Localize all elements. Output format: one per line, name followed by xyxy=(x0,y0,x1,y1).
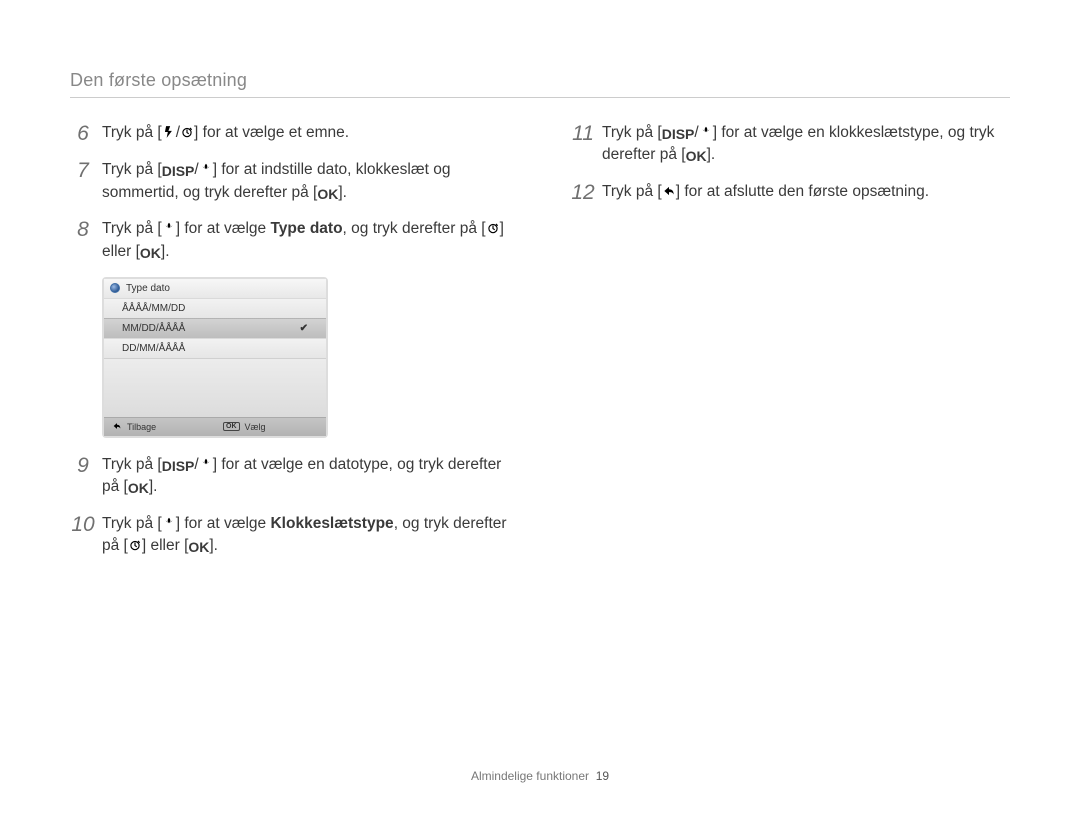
option-row-selected: MM/DD/ÅÅÅÅ ✔ xyxy=(104,318,326,338)
columns: 6 Tryk på [/] for at vælge et emne. 7 Tr… xyxy=(70,122,1010,572)
disp-icon: DISP xyxy=(162,459,195,473)
step-number: 10 xyxy=(70,513,96,536)
step-number: 11 xyxy=(570,122,596,145)
page-footer: Almindelige funktioner 19 xyxy=(0,769,1080,783)
disp-icon: DISP xyxy=(162,164,195,178)
bullet-icon xyxy=(110,283,120,293)
step-text: Tryk på [DISP/] for at vælge en datotype… xyxy=(102,454,510,499)
step-number: 12 xyxy=(570,181,596,204)
step-12: 12 Tryk på [] for at afslutte den første… xyxy=(570,181,1010,204)
macro-icon xyxy=(199,457,213,471)
ok-icon: OK xyxy=(140,246,161,260)
right-column: 11 Tryk på [DISP/] for at vælge en klokk… xyxy=(570,122,1010,572)
left-column: 6 Tryk på [/] for at vælge et emne. 7 Tr… xyxy=(70,122,510,572)
macro-icon xyxy=(162,516,176,530)
ok-icon: OK xyxy=(188,540,209,554)
page: Den første opsætning 6 Tryk på [/] for a… xyxy=(0,0,1080,815)
footer-text: Almindelige funktioner xyxy=(471,769,589,783)
back-icon xyxy=(112,421,122,433)
option-row: ÅÅÅÅ/MM/DD xyxy=(104,298,326,318)
step-text: Tryk på [] for at vælge Klokkeslætstype,… xyxy=(102,513,510,558)
screenshot-fill xyxy=(104,358,326,417)
timer-icon xyxy=(486,221,500,235)
footer-select: OK Vælg xyxy=(215,418,326,436)
timer-icon xyxy=(128,538,142,552)
step-number: 9 xyxy=(70,454,96,477)
screenshot-header: Type dato xyxy=(104,279,326,298)
disp-icon: DISP xyxy=(662,127,695,141)
step-11: 11 Tryk på [DISP/] for at vælge en klokk… xyxy=(570,122,1010,167)
screenshot-title: Type dato xyxy=(126,283,170,294)
flash-icon xyxy=(162,125,176,139)
screenshot-footer: Tilbage OK Vælg xyxy=(104,417,326,436)
footer-back: Tilbage xyxy=(104,418,215,436)
step-text: Tryk på [] for at vælge Type dato, og tr… xyxy=(102,218,510,263)
page-title: Den første opsætning xyxy=(70,70,1010,91)
step-6: 6 Tryk på [/] for at vælge et emne. xyxy=(70,122,510,145)
ok-small-icon: OK xyxy=(223,422,240,431)
step-10: 10 Tryk på [] for at vælge Klokkeslætsty… xyxy=(70,513,510,558)
divider xyxy=(70,97,1010,98)
step-number: 8 xyxy=(70,218,96,241)
ok-icon: OK xyxy=(686,149,707,163)
screenshot-typedato: Type dato ÅÅÅÅ/MM/DD MM/DD/ÅÅÅÅ ✔ DD/MM/… xyxy=(102,277,328,438)
step-number: 6 xyxy=(70,122,96,145)
macro-icon xyxy=(199,162,213,176)
step-number: 7 xyxy=(70,159,96,182)
step-text: Tryk på [] for at afslutte den første op… xyxy=(602,181,1010,203)
step-text: Tryk på [DISP/] for at indstille dato, k… xyxy=(102,159,510,204)
macro-icon xyxy=(162,221,176,235)
step-8: 8 Tryk på [] for at vælge Type dato, og … xyxy=(70,218,510,263)
page-number: 19 xyxy=(596,769,609,783)
step-9: 9 Tryk på [DISP/] for at vælge en datoty… xyxy=(70,454,510,499)
step-text: Tryk på [/] for at vælge et emne. xyxy=(102,122,510,144)
step-7: 7 Tryk på [DISP/] for at indstille dato,… xyxy=(70,159,510,204)
check-icon: ✔ xyxy=(300,323,308,334)
ok-icon: OK xyxy=(128,481,149,495)
ok-icon: OK xyxy=(317,187,338,201)
macro-icon xyxy=(699,125,713,139)
timer-icon xyxy=(180,125,194,139)
option-row: DD/MM/ÅÅÅÅ xyxy=(104,338,326,358)
bold-term: Type dato xyxy=(270,220,342,237)
back-icon xyxy=(662,184,676,198)
bold-term: Klokkeslætstype xyxy=(270,515,393,532)
step-text: Tryk på [DISP/] for at vælge en klokkesl… xyxy=(602,122,1010,167)
